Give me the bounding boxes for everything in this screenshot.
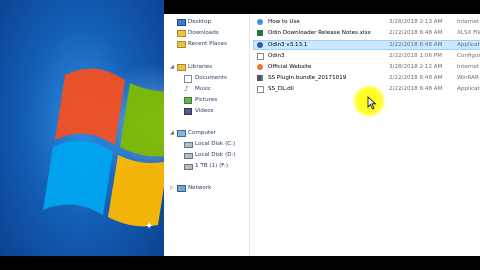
drive-icon [184,164,193,170]
excel-icon [257,30,263,36]
file-row[interactable]: Odin Downloader Release Notes.xlsx 2/22/… [254,28,480,38]
nav-desktop-label: Desktop [188,19,212,25]
file-row[interactable]: Official Website 3/28/2018 2:12 AM Inter… [254,62,480,72]
music-icon: ♪ [184,85,189,93]
file-row[interactable]: How to Use 3/28/2018 2:13 AM Internet [254,17,480,27]
sparkle-icon: ✦ [145,221,154,232]
nav-local-disk-d-label: Local Disk (D:) [195,152,236,158]
pictures-icon [184,97,192,104]
nav-music-label: Music [195,86,211,92]
file-date: 2/22/2018 1:06 PM [389,53,442,59]
nav-local-disk-c-label: Local Disk (C:) [195,141,236,147]
nav-documents-label: Documents [195,75,227,81]
videos-icon [184,108,192,115]
winrar-icon [257,75,263,81]
file-name: SS_DL.dll [268,86,294,92]
file-type: XLSX File [457,30,480,36]
file-date: 2/22/2018 6:48 AM [389,86,443,92]
file-type: Applicati [457,86,480,92]
navigation-pane: Desktop Downloads Recent Places ◢ Librar… [164,14,250,256]
file-name: How to Use [268,19,300,25]
top-black-region [164,0,480,14]
file-list: How to Use 3/28/2018 2:13 AM Internet Od… [253,14,480,256]
file-type: Internet [457,64,480,70]
desktop-icon [177,19,186,26]
documents-icon [184,75,192,83]
drive-icon [184,142,193,148]
bottom-black-bar [0,256,480,270]
computer-icon [177,130,186,137]
libraries-icon [177,64,186,71]
nav-libraries-label: Libraries [188,64,213,70]
downloads-icon [177,30,186,37]
odin-app-icon [257,42,263,48]
file-date: 3/28/2018 2:12 AM [389,64,443,70]
dll-icon [257,86,264,93]
file-date: 2/22/2018 6:48 AM [389,75,443,81]
network-icon [177,185,186,192]
file-name: Odin Downloader Release Notes.xlsx [268,30,371,36]
file-name: Odin3 v3.13.1 [268,42,308,48]
file-row[interactable]: SS PlugIn.bundle_20171019 2/22/2018 6:48… [254,73,480,83]
nav-drive-f-label: 1 TB (1) (F:) [195,163,229,169]
mouse-pointer-icon [367,96,377,110]
desktop-wallpaper: ✦ [0,0,164,270]
internet-shortcut-icon [257,19,263,25]
expand-arrow-icon[interactable]: ▷ [170,184,174,193]
file-type: Configura [457,53,480,59]
explorer-window: Desktop Downloads Recent Places ◢ Librar… [164,14,480,256]
nav-recent-places-label: Recent Places [188,41,227,47]
file-type: Internet [457,19,480,25]
file-date: 2/22/2018 6:48 AM [389,42,443,48]
nav-pictures-label: Pictures [195,97,218,103]
file-type: WinRAR [457,75,479,81]
file-row[interactable]: Odin3 2/22/2018 1:06 PM Configura [254,51,480,61]
internet-shortcut-icon [257,64,263,70]
file-row-selected[interactable]: Odin3 v3.13.1 2/22/2018 6:48 AM Applicat… [253,40,480,50]
file-name: Official Website [268,64,312,70]
config-file-icon [257,53,264,60]
file-name: Odin3 [268,53,285,59]
recent-places-icon [177,41,186,48]
windows-logo-icon [43,68,164,227]
file-date: 2/22/2018 6:48 AM [389,30,443,36]
file-name: SS PlugIn.bundle_20171019 [268,75,347,81]
nav-videos-label: Videos [195,108,214,114]
nav-network-label: Network [188,185,212,191]
file-type: Applicati [457,42,480,48]
nav-downloads-label: Downloads [188,30,219,36]
nav-computer-label: Computer [188,130,216,136]
drive-icon [184,153,193,159]
collapse-arrow-icon[interactable]: ◢ [170,63,174,72]
file-date: 3/28/2018 2:13 AM [389,19,443,25]
collapse-arrow-icon[interactable]: ◢ [170,129,174,138]
